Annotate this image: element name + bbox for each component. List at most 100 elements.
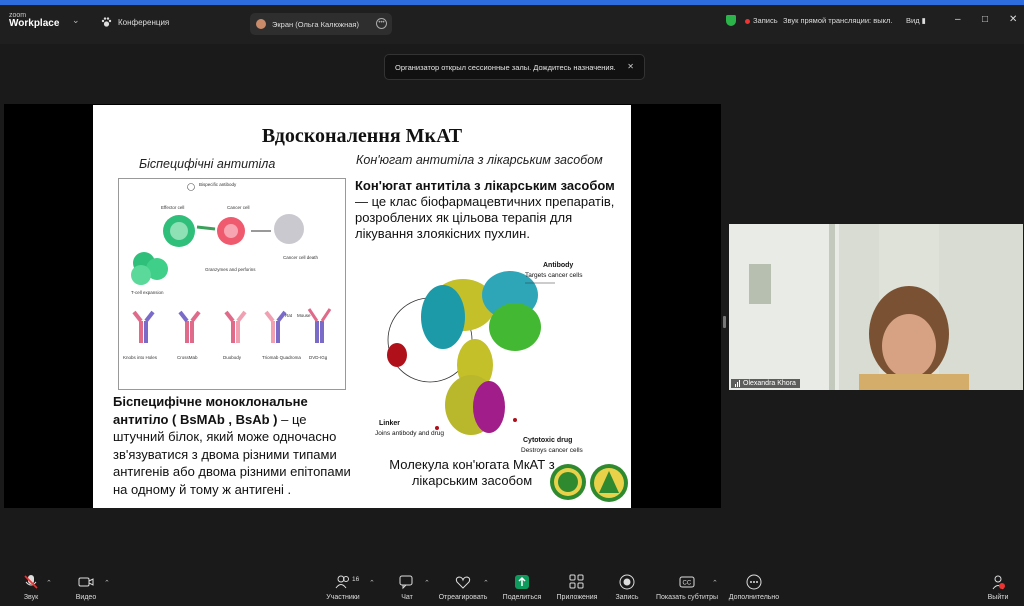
participant-video[interactable]: Olexandra Khora — [729, 224, 1023, 390]
drug-sub: Destroys cancer cells — [521, 447, 584, 454]
right-subtitle: Кон'югат антитіла з лікарським засобом — [356, 153, 603, 167]
signal-icon — [735, 380, 740, 387]
view-menu[interactable]: Вид ▮ — [906, 16, 926, 25]
chat-label: Чат — [401, 594, 413, 601]
chevron-down-icon[interactable]: ⌄ — [72, 15, 80, 26]
paw-icon — [101, 17, 112, 27]
granzymes-label: Granzymes and perforins — [205, 267, 256, 272]
cancer-label: Cancer cell — [227, 205, 250, 210]
format-label-2: CrossMab — [177, 355, 198, 360]
recording-label: Запись — [753, 16, 778, 25]
participant-name-tag: Olexandra Khora — [731, 379, 800, 388]
share-screen-icon — [515, 575, 529, 589]
chevron-up-icon[interactable]: ⌃ — [712, 579, 718, 587]
share-tab[interactable]: Экран (Ольга Калюжная) ••• — [250, 13, 392, 35]
drug-blob — [387, 343, 407, 367]
zoom-logo: zoom Workplace — [9, 12, 59, 29]
format-crossmab — [178, 310, 201, 343]
adc-definition-rest: — це клас біофармацевтичних препаратів, … — [355, 194, 615, 241]
fab-teal-left — [421, 285, 465, 349]
breakout-notification: Организатор открыл сессионные залы. Дожд… — [384, 54, 645, 80]
t-cell-3 — [131, 265, 151, 285]
participants-icon — [335, 575, 349, 589]
drug-title: Cytotoxic drug — [523, 437, 572, 444]
linker-sub: Joins antibody and drug — [375, 430, 444, 437]
rat-label: Rat — [285, 313, 293, 318]
share-label: Поделиться — [502, 594, 542, 601]
effector-label: Effector cell — [161, 205, 184, 210]
svg-text:CC: CC — [683, 581, 692, 587]
more-label: Дополнительно — [728, 594, 780, 601]
share-tab-label: Экран (Ольга Калюжная) — [272, 19, 359, 29]
linker-title: Linker — [379, 420, 400, 427]
chat-icon — [399, 575, 413, 590]
slide-title: Вдосконалення МкАТ — [261, 125, 463, 147]
molecule-caption: Молекула кон'югата МкАТ з лікарським зас… — [389, 457, 555, 488]
stream-audio-status[interactable]: Звук прямой трансляции: выкл. — [783, 16, 892, 25]
minimize-icon[interactable]: – — [955, 14, 961, 25]
bsmab-definition: Біспецифічне моноклональне антитіло ( Bs… — [113, 393, 353, 498]
notification-text: Организатор открыл сессионные залы. Дожд… — [395, 62, 616, 72]
step-1-marker — [187, 183, 195, 191]
format-label-3: Duobody — [223, 355, 242, 360]
format-label-4: Triomab Quadroma — [262, 355, 301, 360]
video-label: Видео — [75, 594, 97, 601]
effector-nucleus — [170, 222, 188, 240]
microphone-muted-icon — [24, 575, 38, 589]
participants-label: Участники — [326, 594, 360, 601]
meeting-toolbar: Звук ⌃ Видео ⌃ Участники 16 ⌃ Чат ⌃ Отре… — [0, 568, 1024, 606]
antibody-title: Antibody — [543, 262, 573, 269]
recording-indicator[interactable]: Запись — [745, 16, 778, 25]
more-icon[interactable]: ••• — [376, 18, 387, 29]
format-label-1: Knobs into Holes — [123, 355, 158, 360]
drug-dot — [513, 418, 517, 422]
format-dvd — [307, 308, 332, 343]
fab-green — [489, 303, 541, 351]
participants-button[interactable]: Участники — [308, 574, 378, 601]
camera-icon — [78, 577, 94, 587]
record-dot-icon — [745, 18, 750, 24]
conference-menu[interactable]: Конференция — [101, 17, 169, 27]
logo-bottom: Workplace — [9, 18, 60, 29]
apps-icon — [569, 574, 584, 589]
more-button[interactable]: Дополнительно — [719, 574, 789, 601]
maximize-icon[interactable]: □ — [982, 14, 988, 25]
close-icon[interactable]: ✕ — [627, 62, 634, 71]
leave-button[interactable]: Выйти — [963, 574, 1024, 601]
participant-name: Olexandra Khora — [743, 380, 796, 387]
shield-icon[interactable] — [726, 15, 736, 26]
title-bar: zoom Workplace ⌄ Конференция Экран (Ольг… — [0, 0, 1024, 44]
university-emblem-2 — [590, 464, 628, 502]
bispecific-diagram: Bispecific antibody Effector cell Cancer… — [118, 178, 346, 390]
cancer-nucleus — [224, 224, 238, 238]
left-subtitle: Біспецифічні антитіла — [139, 157, 276, 171]
leave-label: Выйти — [987, 594, 1009, 601]
more-icon — [746, 574, 762, 590]
accent-strip — [0, 0, 1024, 5]
participants-count: 16 — [352, 576, 360, 583]
mouse-label: Mouse — [297, 313, 311, 318]
university-emblem-1 — [550, 464, 586, 500]
view-icon: ▮ — [921, 16, 926, 25]
captions-icon: CC — [679, 576, 695, 588]
adc-molecule: Antibody Targets cancer cells Linker Joi… — [375, 262, 584, 454]
avatar — [256, 19, 266, 29]
video-button[interactable]: Видео — [51, 574, 121, 601]
close-icon[interactable]: ✕ — [1009, 14, 1017, 25]
view-label: Вид — [906, 16, 920, 25]
record-label: Запись — [615, 594, 639, 601]
death-label: Cancer cell death — [283, 255, 319, 260]
video-frame — [729, 224, 1023, 390]
resize-handle[interactable] — [723, 316, 726, 328]
leave-icon — [992, 575, 1005, 590]
dead-cell — [274, 214, 304, 244]
bispecific-label: Bispecific antibody — [199, 182, 237, 187]
react-label: Отреагировать — [438, 594, 488, 601]
adc-definition: Кон'югат антитіла з лікарським засобом —… — [355, 178, 625, 242]
bispecific-antibody — [196, 225, 216, 231]
presentation-slide: Вдосконалення МкАТ Біспецифічні антитіла… — [93, 105, 631, 508]
audio-label: Звук — [23, 594, 39, 601]
conference-label: Конференция — [118, 17, 170, 27]
record-icon — [619, 574, 635, 590]
chevron-up-icon[interactable]: ⌃ — [104, 579, 110, 587]
